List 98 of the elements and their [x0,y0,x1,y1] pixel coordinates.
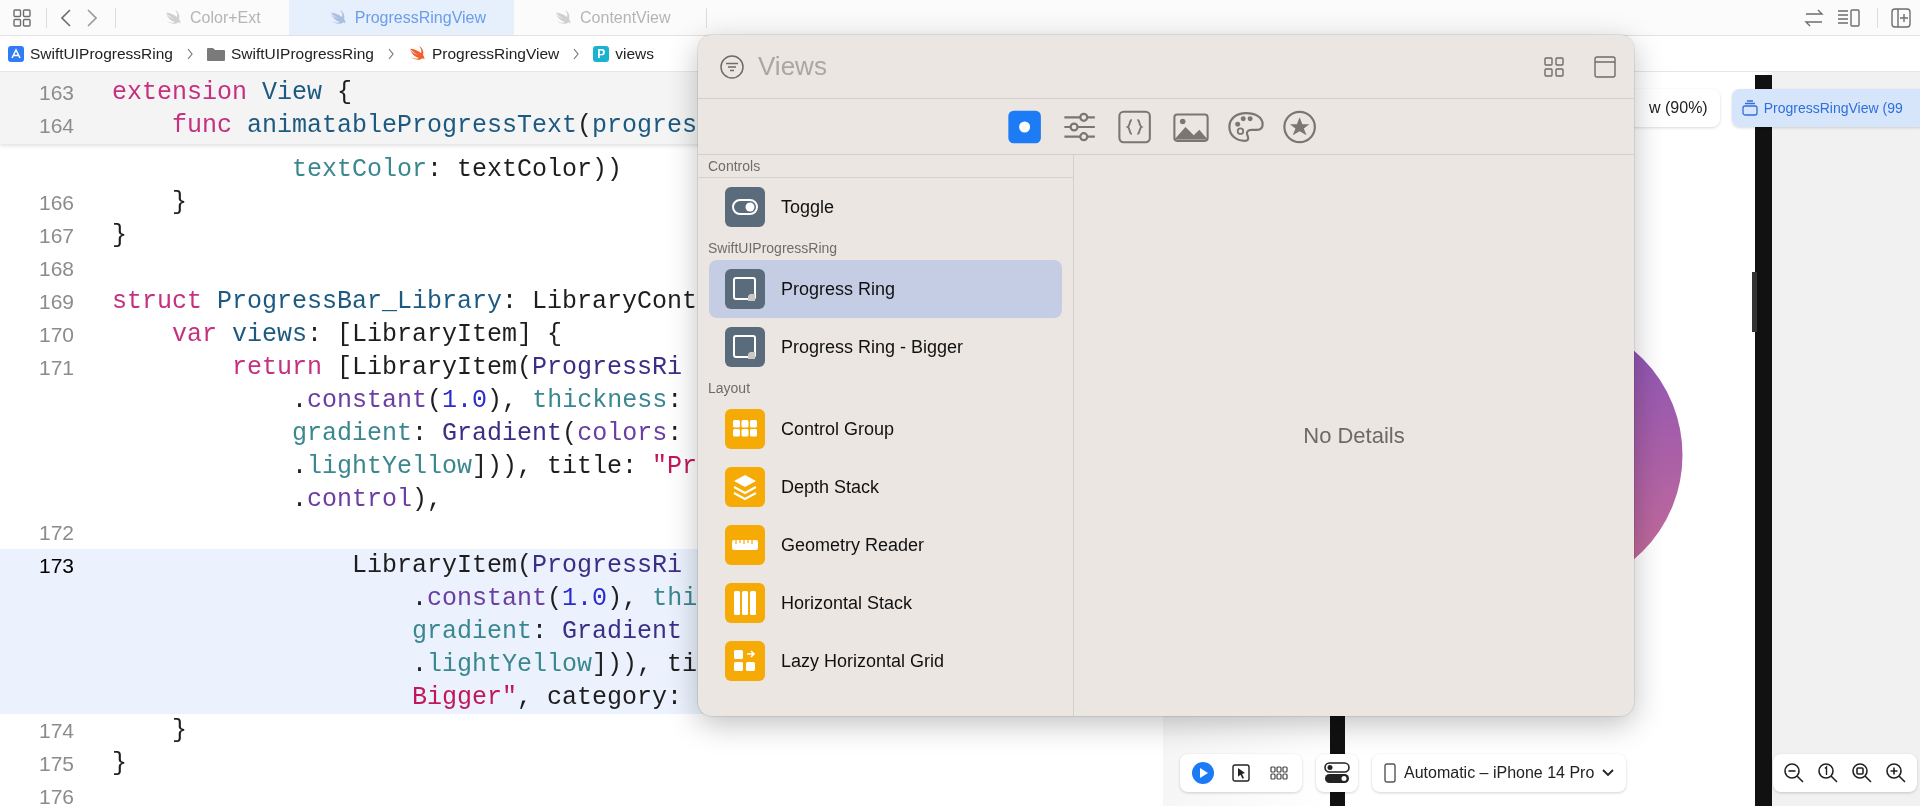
swift-icon [408,45,426,62]
play-icon[interactable] [1192,762,1214,784]
dot-square-icon[interactable] [1007,108,1044,145]
zoom-out-icon[interactable] [1783,762,1805,784]
item-label: Control Group [781,418,895,440]
library-item[interactable]: Depth Stack [709,458,1062,516]
filter-icon[interactable] [720,54,744,79]
property-icon: P [593,45,610,62]
item-label: Geometry Reader [781,534,925,556]
item-label: Lazy Horizontal Grid [781,650,945,672]
code-text: .constant(1.0), thi [411,584,698,613]
custom-view-icon [725,327,765,367]
editor-options-icon[interactable] [1837,8,1861,27]
columns-icon [725,583,765,623]
section-header: Controls [708,158,761,174]
line-number: 173 [37,553,74,578]
toggles-icon[interactable] [1324,761,1350,785]
preview-tab[interactable]: ProgressRingView (99 [1731,89,1920,127]
library-item[interactable]: Progress Ring - Bigger [709,318,1062,376]
item-label: Depth Stack [781,476,880,498]
empty-detail-text: No Details [1303,422,1405,449]
folder-icon [207,46,225,61]
code-text: .constant(1.0), thickness: [291,386,683,415]
custom-view-icon [725,269,765,309]
code-text: } [112,221,127,250]
zoom-actual-icon[interactable] [1817,762,1839,784]
chevron-right-icon [187,47,193,60]
code-text: Bigger", category: [411,683,683,712]
swift-icon [164,9,182,26]
zoom-fit-icon[interactable] [1851,762,1873,784]
phone-icon [1384,763,1396,783]
line-number: 176 [37,784,74,806]
line-number: 171 [37,355,74,380]
breadcrumb-item[interactable]: views [615,44,654,63]
line-number: 167 [37,223,74,248]
code-text: var views: [LibraryItem] { [171,320,563,349]
code-text: .lightYellow])), ti [411,650,698,679]
line-number: 168 [37,256,74,281]
search-field[interactable]: Views [758,46,1530,87]
code-text: struct ProgressBar_Library: LibraryCont [112,287,698,316]
breadcrumb-item[interactable]: ProgressRingView [432,44,560,63]
line-number: 175 [37,751,74,776]
code-text: .control), [291,485,443,514]
item-label: Progress Ring - Bigger [781,336,964,358]
item-label: Toggle [781,196,835,218]
section-header: SwiftUIProgressRing [708,240,838,256]
ruler-icon [725,525,765,565]
device-picker[interactable]: Automatic – iPhone 14 Pro [1372,754,1627,792]
line-number: 172 [37,520,74,545]
layers-icon [725,467,765,507]
swift-icon [328,9,347,26]
breadcrumb-item[interactable]: SwiftUIProgressRing [30,44,173,63]
line-number: 170 [37,322,74,347]
line-number: 163 [37,80,74,105]
line-number: 169 [37,289,74,314]
code-text: } [171,716,187,745]
braces-icon[interactable] [1117,108,1154,145]
library-item[interactable]: Progress Ring [709,260,1062,318]
code-text: return [LibraryItem(ProgressRi [231,353,683,382]
section-header: Layout [708,380,751,396]
library-item[interactable]: Geometry Reader [709,516,1062,574]
code-text: gradient: Gradient(colors: [291,419,683,448]
stack-icon [1741,100,1758,116]
library-item[interactable]: Toggle [709,178,1062,236]
line-number: 174 [37,718,74,743]
zoom-in-icon[interactable] [1885,762,1907,784]
code-text: LibraryItem(ProgressRi [351,551,683,580]
swift-icon [554,9,573,26]
item-label: Horizontal Stack [781,592,913,614]
chevron-right-icon [388,47,394,60]
window-icon[interactable] [1594,55,1616,78]
library-item[interactable]: Lazy Horizontal Grid [709,632,1062,690]
chevron-down-icon [1602,769,1615,777]
code-text: } [171,188,187,217]
forward-icon[interactable] [87,8,97,27]
grid-icon[interactable] [13,8,31,27]
line-number: 166 [37,190,74,215]
code-text: textColor: textColor)) [291,155,623,184]
grid-icon [725,409,765,449]
item-label: Progress Ring [781,278,896,300]
pointer-icon[interactable] [1232,764,1250,782]
grid-view-icon[interactable] [1544,56,1564,77]
code-text: } [112,749,127,778]
chevron-right-icon [573,47,580,60]
swap-arrows-icon[interactable] [1804,8,1824,27]
back-icon[interactable] [61,8,71,27]
app-icon [8,45,24,62]
code-text: extension View { [112,78,353,107]
variants-icon[interactable] [1270,766,1288,780]
breadcrumb-item[interactable]: SwiftUIProgressRing [231,44,374,63]
code-text: func animatableProgressText(progres [171,111,698,140]
toggle-icon [725,187,765,227]
add-pane-icon[interactable] [1891,7,1911,28]
library-item[interactable]: Control Group [709,400,1062,458]
line-number: 164 [37,113,74,138]
library-item[interactable]: Horizontal Stack [709,574,1062,632]
code-text: .lightYellow])), title: "Pr [291,452,698,481]
code-text: gradient: Gradient [411,617,683,646]
